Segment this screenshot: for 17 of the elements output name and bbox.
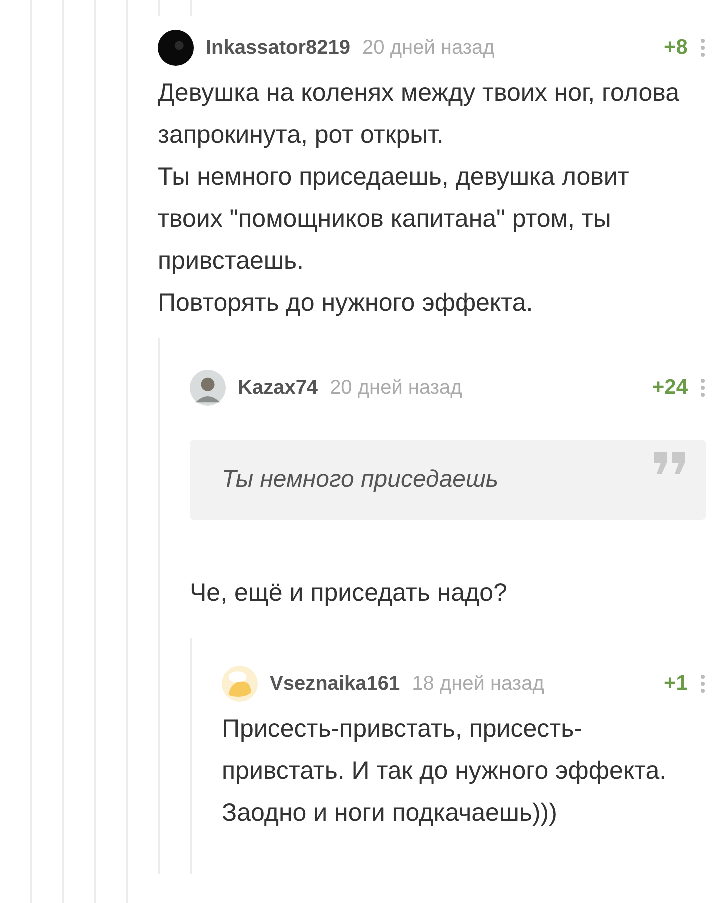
comment-text: Че, ещё и приседать надо? xyxy=(190,578,508,609)
quote-icon xyxy=(654,452,686,474)
rating: +8 xyxy=(664,35,688,62)
rating: +24 xyxy=(652,375,688,402)
rating: +1 xyxy=(664,671,688,698)
more-icon[interactable] xyxy=(700,674,706,694)
author-name[interactable]: Vseznaika161 xyxy=(270,669,400,699)
quote-text: Ты немного приседаешь xyxy=(222,465,499,495)
more-icon[interactable] xyxy=(700,38,706,58)
more-icon[interactable] xyxy=(700,378,706,398)
comment-text: Повторять до нужного эффекта. xyxy=(158,288,534,319)
comment-text: Ты немного приседаешь, девушка ловит твоих "помощников капитана" ртом, ты привстаешь. xyxy=(158,162,630,277)
comment-text: Присесть-привстать, присесть-привстать. И так до нужного эффекта. Заодно и ноги подкачаешь))) xyxy=(222,714,668,829)
author-name[interactable]: Kazax74 xyxy=(238,373,318,403)
comment-text: Девушка на коленях между твоих ног, голова запрокинута, рот открыт. xyxy=(158,78,681,151)
avatar-icon[interactable] xyxy=(158,30,194,66)
author-name[interactable]: Inkassator8219 xyxy=(206,33,351,63)
